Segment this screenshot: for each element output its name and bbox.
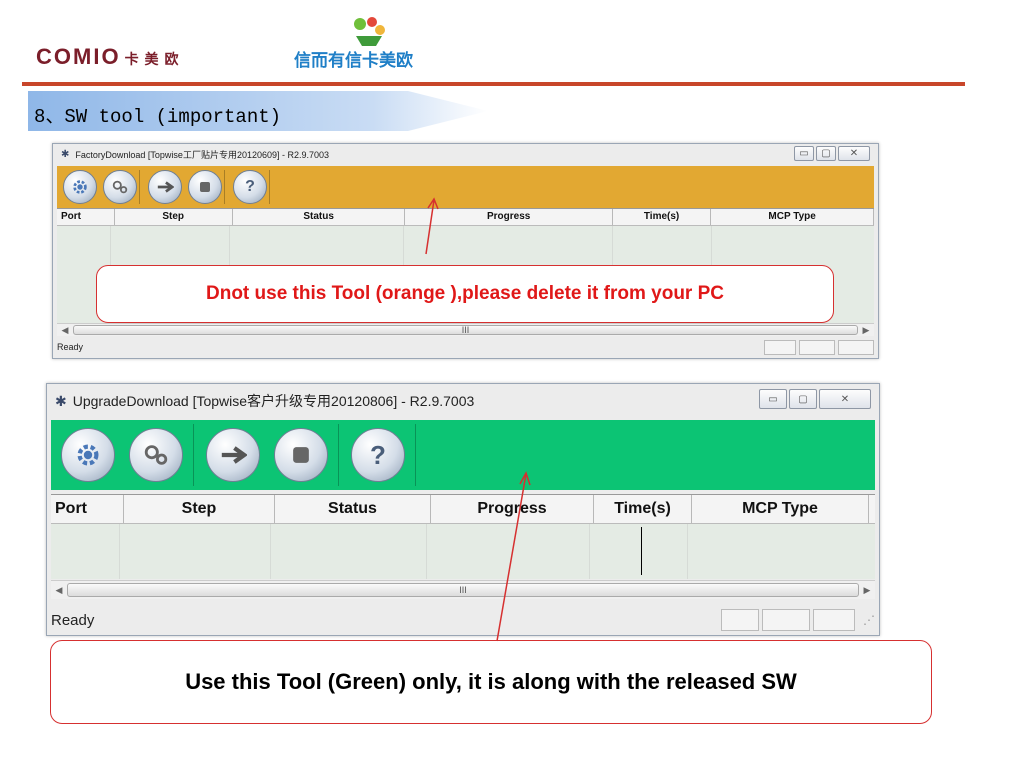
scroll-thumb[interactable]: III — [73, 324, 858, 336]
factory-horizontal-scrollbar[interactable]: ◀ III ▶ — [57, 323, 874, 336]
upgrade-horizontal-scrollbar[interactable]: ◀ III ▶ — [51, 580, 875, 599]
upgrade-grid-header: Port Step Status Progress Time(s) MCP Ty… — [51, 495, 875, 524]
toolbar-separator — [338, 424, 339, 486]
column-header-step[interactable]: Step — [124, 495, 275, 523]
status-pane — [762, 609, 810, 631]
scroll-thumb[interactable]: III — [67, 582, 859, 598]
stop-icon[interactable] — [274, 428, 328, 482]
upgrade-window-title: UpgradeDownload [Topwise客户升级专用20120806] … — [72, 393, 475, 409]
status-pane — [721, 609, 759, 631]
text-cursor — [641, 527, 642, 575]
toolbar-separator — [224, 170, 225, 204]
factory-warning-callout: Dnot use this Tool (orange ),please dele… — [96, 265, 834, 323]
minimize-button[interactable]: ▭ — [794, 146, 814, 161]
toolbar-separator — [139, 170, 140, 204]
factory-statusbar: Ready — [57, 338, 874, 356]
status-pane — [838, 339, 874, 355]
upgrade-statusbar: Ready ⋰ — [51, 607, 875, 633]
multi-gear-icon[interactable] — [129, 428, 183, 482]
upgrade-download-window: ✱ UpgradeDownload [Topwise客户升级专用20120806… — [46, 383, 880, 636]
column-header-port[interactable]: Port — [57, 209, 115, 225]
factory-status-text: Ready — [57, 342, 84, 352]
status-pane — [813, 609, 855, 631]
upgrade-titlebar: ✱ UpgradeDownload [Topwise客户升级专用20120806… — [47, 384, 879, 418]
factory-toolbar: ? — [57, 166, 874, 208]
status-pane — [764, 339, 796, 355]
upgrade-toolbar: ? — [51, 420, 875, 490]
scroll-right-icon[interactable]: ▶ — [858, 325, 874, 336]
column-header-mcp-type[interactable]: MCP Type — [711, 209, 874, 225]
factory-grid-header: Port Step Status Progress Time(s) MCP Ty… — [57, 209, 874, 226]
help-icon[interactable]: ? — [233, 170, 267, 204]
header-divider — [22, 82, 965, 86]
toolbar-separator — [269, 170, 270, 204]
scroll-right-icon[interactable]: ▶ — [859, 585, 875, 596]
column-header-time[interactable]: Time(s) — [613, 209, 712, 225]
start-arrow-icon[interactable] — [148, 170, 182, 204]
settings-gear-icon[interactable] — [61, 428, 115, 482]
help-icon[interactable]: ? — [351, 428, 405, 482]
column-header-status[interactable]: Status — [275, 495, 431, 523]
column-header-status[interactable]: Status — [233, 209, 406, 225]
toolbar-separator — [193, 424, 194, 486]
column-header-mcp-type[interactable]: MCP Type — [692, 495, 869, 523]
factory-titlebar: ✱ FactoryDownload [Topwise工厂贴片专用20120609… — [53, 144, 878, 164]
close-button[interactable]: ✕ — [838, 146, 870, 161]
status-pane — [799, 339, 835, 355]
app-logo-icon: ✱ — [61, 148, 70, 160]
stop-icon[interactable] — [188, 170, 222, 204]
column-header-progress[interactable]: Progress — [431, 495, 594, 523]
maximize-button[interactable]: ▢ — [789, 389, 817, 409]
multi-gear-icon[interactable] — [103, 170, 137, 204]
brand-slogan-text: 信而有信卡美欧 — [294, 50, 413, 71]
upgrade-port-grid: Port Step Status Progress Time(s) MCP Ty… — [51, 494, 875, 579]
column-header-time[interactable]: Time(s) — [594, 495, 692, 523]
factory-download-window: ✱ FactoryDownload [Topwise工厂贴片专用20120609… — [52, 143, 879, 359]
brand-slogan-logo: 信而有信卡美欧 — [294, 17, 413, 71]
settings-gear-icon[interactable] — [63, 170, 97, 204]
start-arrow-icon[interactable] — [206, 428, 260, 482]
minimize-button[interactable]: ▭ — [759, 389, 787, 409]
upgrade-grid-body — [51, 524, 875, 579]
resize-grip-icon[interactable]: ⋰ — [855, 613, 875, 627]
close-button[interactable]: ✕ — [819, 389, 871, 409]
slide-title: 8、SW tool (important) — [34, 106, 282, 128]
comio-logo: COMIO 卡美欧 — [36, 44, 185, 69]
scroll-left-icon[interactable]: ◀ — [51, 585, 67, 596]
upgrade-status-text: Ready — [51, 611, 95, 629]
maximize-button[interactable]: ▢ — [816, 146, 836, 161]
app-logo-icon: ✱ — [55, 392, 67, 409]
upgrade-note-callout: Use this Tool (Green) only, it is along … — [50, 640, 932, 724]
scroll-left-icon[interactable]: ◀ — [57, 325, 73, 336]
toolbar-separator — [415, 424, 416, 486]
column-header-progress[interactable]: Progress — [405, 209, 613, 225]
factory-window-title: FactoryDownload [Topwise工厂贴片专用20120609] … — [75, 149, 330, 160]
column-header-step[interactable]: Step — [115, 209, 233, 225]
column-header-port[interactable]: Port — [51, 495, 124, 523]
